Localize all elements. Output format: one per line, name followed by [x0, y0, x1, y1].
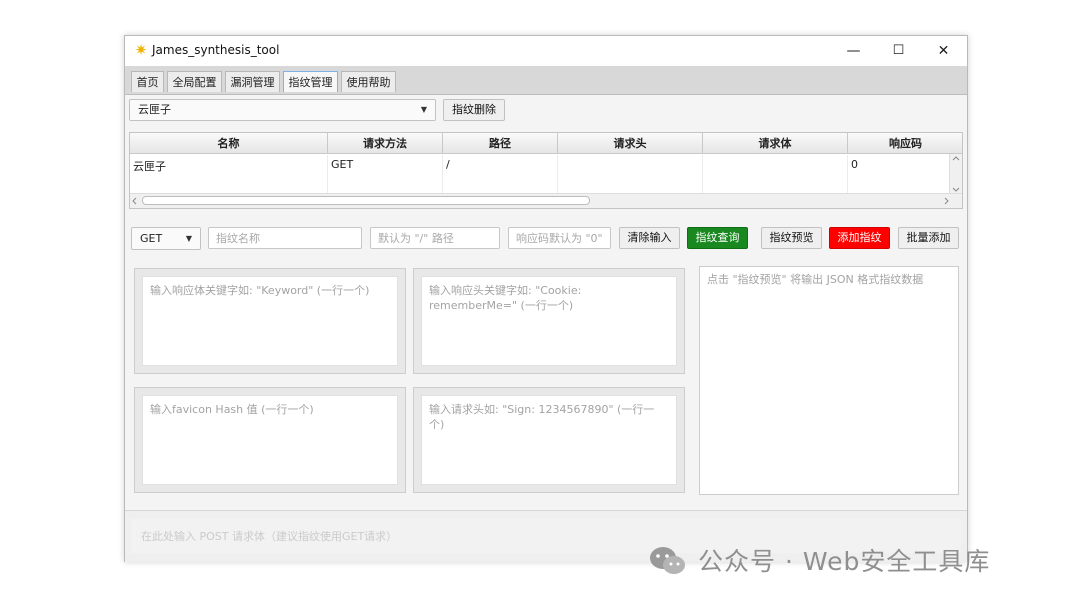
tab-home[interactable]: 首页 [131, 71, 164, 92]
method-select-value: GET [140, 232, 163, 245]
tab-help[interactable]: 使用帮助 [341, 71, 396, 92]
tab-bar: 首页 全局配置 漏洞管理 指纹管理 使用帮助 [125, 66, 967, 95]
column-header-response-code[interactable]: 响应码 [848, 133, 962, 154]
tab-fingerprint-management[interactable]: 指纹管理 [283, 71, 338, 92]
cell-method: GET [328, 155, 443, 193]
add-fingerprint-button[interactable]: 添加指纹 [829, 227, 890, 249]
favicon-hash-panel [134, 387, 406, 493]
table-vertical-scrollbar[interactable] [949, 154, 962, 194]
app-logo-icon: ✷ [134, 41, 148, 59]
app-window: ✷ James_synthesis_tool — ☐ ✕ 首页 全局配置 漏洞管… [124, 35, 968, 562]
body-keyword-panel [134, 268, 406, 374]
cell-request-body [703, 155, 848, 193]
chevron-down-icon: ▼ [185, 234, 192, 243]
delete-fingerprint-button[interactable]: 指纹删除 [443, 99, 505, 121]
response-code-input[interactable] [508, 227, 611, 249]
chevron-down-icon: ▼ [420, 105, 427, 114]
query-fingerprint-button[interactable]: 指纹查询 [687, 227, 748, 249]
cell-request-header [558, 155, 703, 193]
preview-fingerprint-button[interactable]: 指纹预览 [761, 227, 822, 249]
json-preview-textarea[interactable] [699, 266, 959, 495]
maximize-button[interactable]: ☐ [876, 36, 921, 66]
cell-path: / [443, 155, 558, 193]
minimize-button[interactable]: — [831, 36, 876, 66]
close-button[interactable]: ✕ [921, 36, 966, 66]
favicon-hash-textarea[interactable] [142, 395, 398, 485]
wechat-icon [650, 547, 685, 574]
fingerprint-name-input[interactable] [208, 227, 362, 249]
body-keyword-textarea[interactable] [142, 276, 398, 366]
watermark-text: 公众号 · Web安全工具库 [698, 547, 991, 576]
header-keyword-panel [413, 268, 685, 374]
title-bar: ✷ James_synthesis_tool — ☐ ✕ [125, 36, 967, 66]
window-title: James_synthesis_tool [152, 43, 280, 57]
tab-global-config[interactable]: 全局配置 [167, 71, 222, 92]
column-header-request-header[interactable]: 请求头 [558, 133, 703, 154]
header-keyword-textarea[interactable] [421, 276, 677, 366]
method-select[interactable]: GET ▼ [131, 227, 201, 250]
column-header-name[interactable]: 名称 [130, 133, 328, 154]
request-header-panel [413, 387, 685, 493]
table-horizontal-scrollbar[interactable] [130, 193, 962, 208]
path-input[interactable] [370, 227, 500, 249]
cell-response-code: 0 [848, 155, 952, 193]
fingerprint-select-value: 云匣子 [138, 103, 171, 116]
column-header-request-body[interactable]: 请求体 [703, 133, 848, 154]
tab-vuln-management[interactable]: 漏洞管理 [225, 71, 280, 92]
cell-name: 云匣子 [130, 155, 328, 193]
batch-add-button[interactable]: 批量添加 [898, 227, 959, 249]
column-header-path[interactable]: 路径 [443, 133, 558, 154]
fingerprint-table: 名称 请求方法 路径 请求头 请求体 响应码 云匣子 GET / 0 [129, 132, 963, 209]
scroll-left-right-icon [132, 197, 949, 205]
scroll-arrows-icon [952, 156, 960, 192]
request-header-textarea[interactable] [421, 395, 677, 485]
column-header-method[interactable]: 请求方法 [328, 133, 443, 154]
clear-input-button[interactable]: 清除输入 [619, 227, 680, 249]
fingerprint-select[interactable]: 云匣子 ▼ [129, 99, 436, 121]
